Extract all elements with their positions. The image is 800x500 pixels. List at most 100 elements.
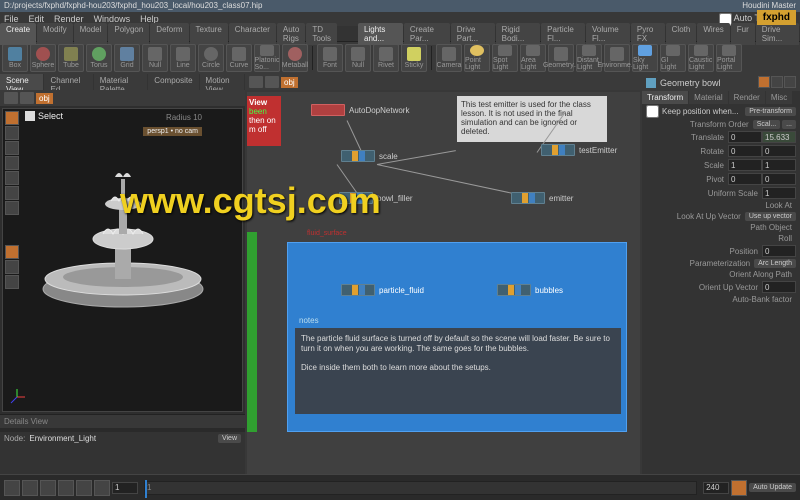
tool-platonic[interactable]: Platonic So... bbox=[254, 44, 280, 72]
pivot-y[interactable] bbox=[762, 173, 796, 185]
tool-pointlight[interactable]: Point Light bbox=[464, 44, 490, 72]
node-particle-fluid[interactable]: particle_fluid bbox=[341, 284, 424, 296]
vp-tool-9[interactable] bbox=[5, 275, 19, 289]
pivot-x[interactable] bbox=[728, 173, 762, 185]
node-emitter[interactable]: emitter bbox=[511, 192, 573, 204]
translate-x[interactable] bbox=[728, 131, 762, 143]
node-test-emitter[interactable]: testEmitter bbox=[541, 144, 617, 156]
node-bubbles[interactable]: bubbles bbox=[497, 284, 563, 296]
node-name-value[interactable]: Environment_Light bbox=[29, 434, 96, 443]
tab-misc[interactable]: Misc bbox=[766, 91, 792, 104]
notes-sticky[interactable]: The particle fluid surface is turned off… bbox=[295, 328, 621, 414]
playbar-play-back-icon[interactable] bbox=[40, 480, 56, 496]
param-pin-icon[interactable] bbox=[758, 76, 770, 88]
playbar-next-icon[interactable] bbox=[76, 480, 92, 496]
frame-end-input[interactable] bbox=[703, 482, 729, 494]
shelf-tab-character[interactable]: Character bbox=[229, 23, 276, 45]
tool-sphere[interactable]: Sphere bbox=[30, 44, 56, 72]
camera-dropdown[interactable]: persp1 • no cam bbox=[143, 127, 202, 136]
tool-torus[interactable]: Torus bbox=[86, 44, 112, 72]
shelf-tab-cloth[interactable]: Cloth bbox=[666, 23, 697, 45]
shelf-tab-deform[interactable]: Deform bbox=[150, 23, 188, 45]
shelf-tab-drivepart[interactable]: Drive Part... bbox=[451, 23, 495, 45]
vp-tool-7[interactable] bbox=[5, 201, 19, 215]
playbar-prev-icon[interactable] bbox=[22, 480, 38, 496]
transform-order-dropdown[interactable]: Scal... bbox=[753, 120, 780, 129]
network-editor[interactable]: View been then on m off This test emitte… bbox=[247, 92, 640, 482]
playbar-first-icon[interactable] bbox=[4, 480, 20, 496]
tab-sceneview[interactable]: Scene View bbox=[0, 74, 43, 90]
tool-gilight[interactable]: GI Light bbox=[660, 44, 686, 72]
shelf-tab-lights[interactable]: Lights and... bbox=[358, 23, 403, 45]
vp-tool-5[interactable] bbox=[5, 171, 19, 185]
shelf-tab-fur[interactable]: Fur bbox=[731, 23, 755, 45]
param-gear-icon[interactable] bbox=[784, 76, 796, 88]
auto-update-button[interactable]: Auto Update bbox=[749, 483, 796, 492]
shelf-tab-create[interactable]: Create bbox=[0, 23, 36, 45]
frame-start-input[interactable] bbox=[112, 482, 138, 494]
tab-channeled[interactable]: Channel Ed... bbox=[44, 74, 92, 90]
parameterization-dropdown[interactable]: Arc Length bbox=[754, 259, 796, 268]
vp-tool-cursor[interactable] bbox=[5, 245, 19, 259]
tab-motionview[interactable]: Motion View bbox=[200, 74, 244, 90]
scene-viewport[interactable]: Select Radius 10 persp1 • no cam bbox=[2, 108, 243, 412]
shelf-tab-wires[interactable]: Wires bbox=[697, 23, 729, 45]
node-autodop[interactable]: AutoDopNetwork bbox=[311, 104, 409, 116]
view-sticky-block[interactable]: View been then on m off bbox=[247, 96, 281, 146]
tab-transform[interactable]: Transform bbox=[642, 91, 688, 104]
tool-grid[interactable]: Grid bbox=[114, 44, 140, 72]
tool-portallight[interactable]: Portal Light bbox=[716, 44, 742, 72]
shelf-tab-volumefl[interactable]: Volume Fl... bbox=[586, 23, 630, 45]
tool-rivet[interactable]: Rivet bbox=[373, 44, 399, 72]
tool-line[interactable]: Line bbox=[170, 44, 196, 72]
tool-circle[interactable]: Circle bbox=[198, 44, 224, 72]
sticky-note-emitter[interactable]: This test emitter is used for the class … bbox=[457, 96, 607, 142]
details-tab[interactable]: Details View bbox=[0, 415, 245, 428]
tool-camera[interactable]: Camera bbox=[436, 44, 462, 72]
keep-pos-checkbox[interactable] bbox=[646, 105, 659, 118]
uniform-scale[interactable] bbox=[762, 187, 796, 199]
tool-skylight[interactable]: Sky Light bbox=[632, 44, 658, 72]
tab-composite[interactable]: Composite ... bbox=[148, 74, 198, 90]
tool-curve[interactable]: Curve bbox=[226, 44, 252, 72]
param-help-icon[interactable] bbox=[771, 76, 783, 88]
tool-font[interactable]: Font bbox=[317, 44, 343, 72]
lookat-up-dropdown[interactable]: Use up vector bbox=[745, 212, 796, 221]
scale-y[interactable] bbox=[762, 159, 796, 171]
net-nav-fwd-icon[interactable] bbox=[265, 76, 279, 88]
rotate-x[interactable] bbox=[728, 145, 762, 157]
tab-render[interactable]: Render bbox=[729, 91, 765, 104]
scale-x[interactable] bbox=[728, 159, 762, 171]
rotate-y[interactable] bbox=[762, 145, 796, 157]
path-obj-label[interactable]: obj bbox=[36, 93, 53, 104]
tab-matpalette[interactable]: Material Palette bbox=[94, 74, 148, 90]
geom-title[interactable]: Geometry bowl bbox=[660, 78, 721, 88]
shelf-tab-createpar[interactable]: Create Par... bbox=[404, 23, 450, 45]
tool-tube[interactable]: Tube bbox=[58, 44, 84, 72]
detail-view-button[interactable]: View bbox=[218, 434, 241, 443]
shelf-tab-polygon[interactable]: Polygon bbox=[108, 23, 149, 45]
tool-box[interactable]: Box bbox=[2, 44, 28, 72]
vp-tool-select[interactable] bbox=[5, 111, 19, 125]
tool-null-geo[interactable]: Null bbox=[142, 44, 168, 72]
shelf-tab-texture[interactable]: Texture bbox=[190, 23, 228, 45]
tool-metaball[interactable]: Metaball bbox=[282, 44, 308, 72]
tool-spotlight[interactable]: Spot Light bbox=[492, 44, 518, 72]
net-nav-back-icon[interactable] bbox=[249, 76, 263, 88]
vp-tool-6[interactable] bbox=[5, 186, 19, 200]
nav-fwd-icon[interactable] bbox=[20, 92, 34, 104]
pre-transform-button[interactable]: Pre-transform bbox=[745, 107, 796, 116]
vp-tool-8[interactable] bbox=[5, 260, 19, 274]
vp-tool-move[interactable] bbox=[5, 126, 19, 140]
shelf-tab-modify[interactable]: Modify bbox=[37, 23, 73, 45]
tool-causticlight[interactable]: Caustic Light bbox=[688, 44, 714, 72]
tool-sticky[interactable]: Sticky bbox=[401, 44, 427, 72]
vp-tool-scale[interactable] bbox=[5, 156, 19, 170]
node-bowl-filler[interactable]: bowl_filler bbox=[339, 192, 413, 204]
shelf-tab-drivesim[interactable]: Drive Sim... bbox=[756, 23, 799, 45]
shelf-tab-model[interactable]: Model bbox=[74, 23, 108, 45]
tool-null-obj[interactable]: Null bbox=[345, 44, 371, 72]
shelf-tab-particlefl[interactable]: Particle Fl... bbox=[541, 23, 585, 45]
vp-tool-rotate[interactable] bbox=[5, 141, 19, 155]
tab-material[interactable]: Material bbox=[689, 91, 727, 104]
